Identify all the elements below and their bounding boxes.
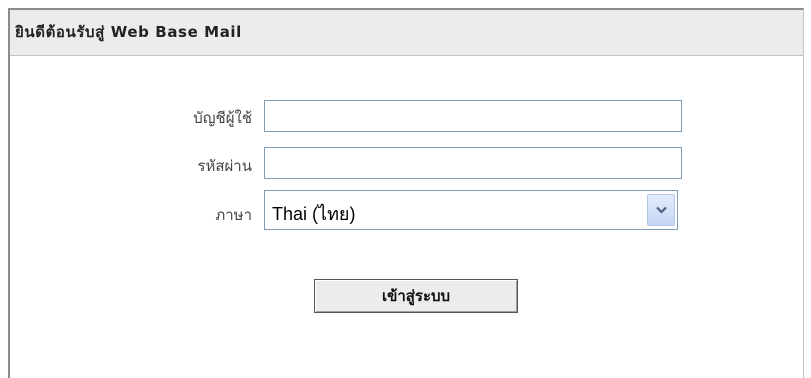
username-field[interactable] xyxy=(264,100,682,132)
panel-header: ยินดีต้อนรับสู่ Web Base Mail xyxy=(10,10,803,56)
page-title: ยินดีต้อนรับสู่ Web Base Mail xyxy=(15,23,242,41)
dropdown-arrow-button[interactable] xyxy=(647,194,675,226)
login-panel: ยินดีต้อนรับสู่ Web Base Mail บัญชีผู้ใช… xyxy=(8,8,804,378)
language-select[interactable]: Thai (ไทย) xyxy=(264,190,678,230)
login-button[interactable]: เข้าสู่ระบบ xyxy=(314,279,518,313)
username-label: บัญชีผู้ใช้ xyxy=(193,109,252,127)
language-selected-value: Thai (ไทย) xyxy=(272,204,356,224)
language-label: ภาษา xyxy=(215,206,252,224)
chevron-down-icon xyxy=(656,206,667,214)
password-label: รหัสผ่าน xyxy=(197,157,252,175)
password-field[interactable] xyxy=(264,147,682,179)
